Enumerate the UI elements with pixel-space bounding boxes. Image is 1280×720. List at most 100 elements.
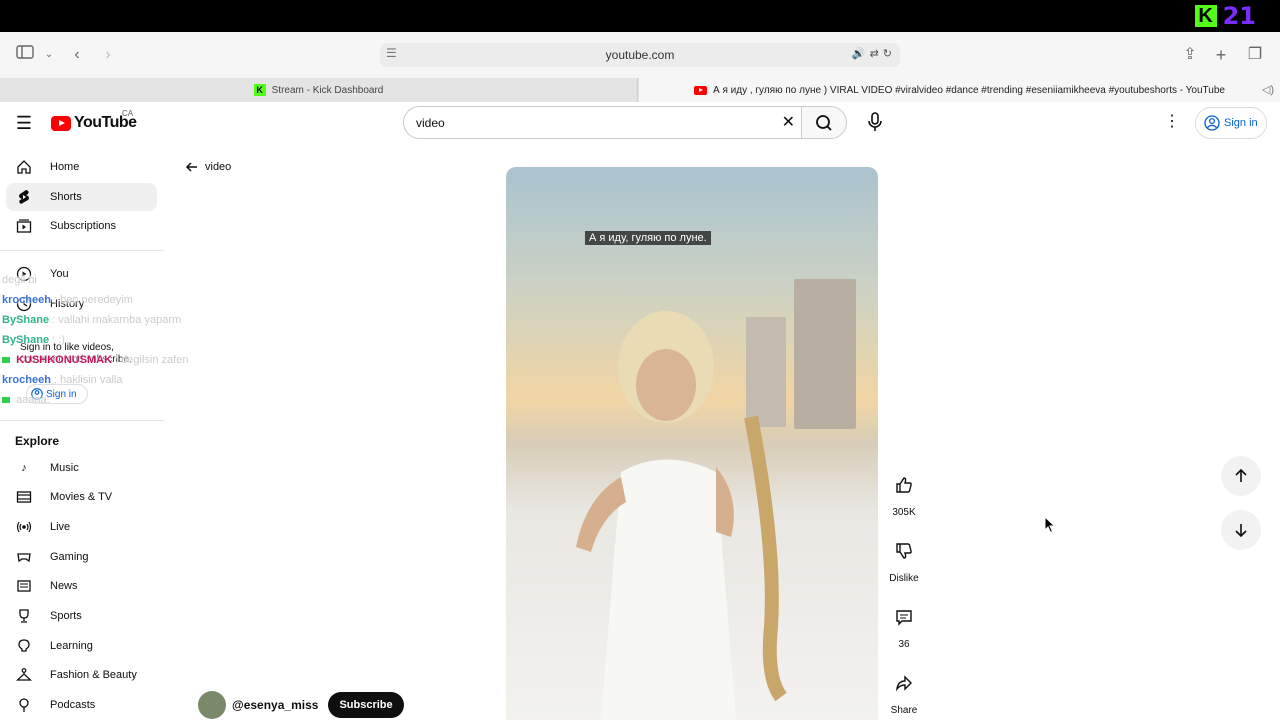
address-text: youtube.com bbox=[605, 48, 675, 62]
audio-icon[interactable]: ◁) bbox=[1262, 83, 1274, 96]
chat-text: : ben neredeyim bbox=[53, 294, 133, 306]
arrow-up-icon bbox=[1235, 468, 1247, 482]
dislike-button[interactable] bbox=[886, 533, 922, 569]
sidebar-item-subscriptions[interactable]: Subscriptions bbox=[6, 212, 157, 240]
tab-label: А я иду , гуляю по луне ) VIRAL VIDEO #v… bbox=[713, 84, 1225, 96]
sign-in-button[interactable]: Sign in bbox=[1195, 107, 1267, 139]
music-icon: ♪ bbox=[21, 462, 27, 474]
chat-text: : degilsin zafen bbox=[115, 354, 189, 366]
browser-toolbar: ⌄ ‹ › ☰ youtube.com 🔊 ⇄ ↻ ⇪ + ❐ bbox=[0, 32, 1280, 78]
chat-username: ByShane bbox=[2, 334, 50, 346]
translate-icon[interactable]: ⇄ bbox=[870, 47, 879, 60]
viewer-count: 21 bbox=[1222, 2, 1256, 30]
voice-search-button[interactable] bbox=[860, 107, 890, 137]
chat-text: : vallahi makarnba yaparm bbox=[52, 314, 182, 326]
comments-button[interactable] bbox=[886, 599, 922, 635]
search-input[interactable]: video ✕ bbox=[403, 106, 801, 139]
comment-icon bbox=[896, 610, 912, 626]
share-arrow-icon bbox=[895, 675, 912, 692]
stream-chat-overlay: degil bi krocheeh : ben neredeyim ByShan… bbox=[2, 270, 212, 410]
sidebar-item-podcasts[interactable]: Podcasts bbox=[6, 691, 157, 719]
divider bbox=[0, 420, 164, 421]
forward-icon[interactable]: › bbox=[95, 42, 121, 68]
share-label: Share bbox=[890, 705, 918, 716]
chat-badge-icon bbox=[2, 397, 10, 404]
video-frame-image bbox=[576, 311, 787, 720]
sidebar-item-label: Movies & TV bbox=[50, 491, 113, 503]
reload-icon[interactable]: ↻ bbox=[883, 47, 892, 60]
podcasts-icon bbox=[16, 697, 32, 713]
sidebar-item-sports[interactable]: Sports bbox=[6, 602, 157, 630]
video-caption: А я иду, гуляю по луне. bbox=[585, 231, 711, 245]
chat-text: degil bi bbox=[2, 274, 37, 286]
back-to-search-link[interactable]: video bbox=[185, 160, 231, 174]
chat-text: aaaaa: bbox=[16, 394, 50, 406]
sidebar-item-label: Shorts bbox=[50, 191, 82, 203]
sidebar-item-news[interactable]: News bbox=[6, 572, 157, 600]
sidebar-item-label: Gaming bbox=[50, 551, 89, 563]
chevron-down-icon[interactable]: ⌄ bbox=[36, 42, 62, 68]
sidebar-item-shorts[interactable]: Shorts bbox=[6, 183, 157, 211]
subscribe-button[interactable]: Subscribe bbox=[328, 692, 404, 718]
sidebar-item-label: Music bbox=[50, 462, 79, 474]
share-action: Share bbox=[885, 665, 923, 716]
sidebar-item-learning[interactable]: Learning bbox=[6, 632, 157, 660]
sidebar-item-label: Home bbox=[50, 161, 80, 173]
background-building bbox=[794, 279, 856, 429]
new-tab-icon[interactable]: + bbox=[1208, 42, 1234, 68]
sidebar-item-fashion-beauty[interactable]: Fashion & Beauty bbox=[6, 661, 157, 689]
chat-badge-icon bbox=[2, 357, 10, 364]
chat-message: KUSHKONUSMAK : degilsin zafen bbox=[2, 350, 212, 370]
divider bbox=[0, 250, 164, 251]
more-options-icon[interactable]: ⋮ bbox=[1164, 111, 1180, 131]
sidebar-item-home[interactable]: Home bbox=[6, 153, 157, 181]
sidebar: Home Shorts Subscriptions You History Si… bbox=[0, 152, 164, 720]
thumbs-up-icon bbox=[896, 477, 912, 493]
comment-count: 36 bbox=[898, 639, 910, 650]
sidebar-toggle-icon[interactable] bbox=[12, 42, 38, 68]
sign-in-label: Sign in bbox=[1224, 117, 1258, 129]
tab-overview-icon[interactable]: ❐ bbox=[1242, 42, 1268, 68]
chat-message: ByShane : vallahi makarnba yaparm bbox=[2, 310, 212, 330]
tab-youtube-short[interactable]: А я иду , гуляю по луне ) VIRAL VIDEO #v… bbox=[639, 78, 1280, 102]
previous-short-button[interactable] bbox=[1221, 456, 1261, 496]
arrow-left-icon bbox=[185, 162, 197, 172]
chat-message: degil bi bbox=[2, 270, 212, 290]
live-icon bbox=[16, 519, 32, 535]
sidebar-item-music[interactable]: ♪ Music bbox=[6, 454, 157, 482]
sidebar-item-label: Sports bbox=[50, 610, 82, 622]
search-button[interactable] bbox=[801, 106, 847, 139]
tab-kick-dashboard[interactable]: K Stream - Kick Dashboard bbox=[0, 78, 638, 102]
viewer-badge: K 21 bbox=[1194, 2, 1256, 30]
chat-message: krocheeh : ben neredeyim bbox=[2, 290, 212, 310]
gaming-icon bbox=[16, 549, 32, 565]
sidebar-item-label: Live bbox=[50, 521, 71, 533]
chat-text: : haklisin valla bbox=[53, 374, 123, 386]
sidebar-item-live[interactable]: Live bbox=[6, 513, 157, 541]
share-button[interactable] bbox=[886, 665, 922, 701]
share-icon[interactable]: ⇪ bbox=[1177, 42, 1203, 68]
creator-handle[interactable]: @esenya_miss bbox=[232, 698, 318, 712]
address-bar[interactable]: ☰ youtube.com 🔊 ⇄ ↻ bbox=[380, 43, 900, 67]
back-icon[interactable]: ‹ bbox=[64, 42, 90, 68]
thumbs-down-icon bbox=[896, 543, 912, 559]
avatar[interactable] bbox=[198, 691, 226, 719]
kick-logo-icon: K bbox=[1194, 5, 1217, 27]
hamburger-menu-icon[interactable]: ☰ bbox=[12, 111, 36, 135]
shorts-player[interactable]: А я иду, гуляю по луне. bbox=[506, 167, 878, 720]
chat-message: ByShane : :) bbox=[2, 330, 212, 350]
sidebar-item-gaming[interactable]: Gaming bbox=[6, 543, 157, 571]
stream-top-bar: K 21 bbox=[0, 0, 1280, 32]
clear-search-icon[interactable]: ✕ bbox=[782, 112, 795, 132]
speaker-icon[interactable]: 🔊 bbox=[852, 47, 866, 60]
movies-icon bbox=[16, 489, 32, 505]
sidebar-item-label: Subscriptions bbox=[50, 220, 117, 232]
youtube-favicon-icon bbox=[694, 85, 707, 95]
chat-username: ByShane bbox=[2, 314, 50, 326]
comments-action: 36 bbox=[885, 599, 923, 650]
like-count: 305K bbox=[892, 507, 916, 518]
next-short-button[interactable] bbox=[1221, 510, 1261, 550]
like-button[interactable] bbox=[886, 467, 922, 503]
sidebar-item-movies-tv[interactable]: Movies & TV bbox=[6, 483, 157, 511]
mouse-cursor-icon bbox=[1044, 516, 1056, 534]
